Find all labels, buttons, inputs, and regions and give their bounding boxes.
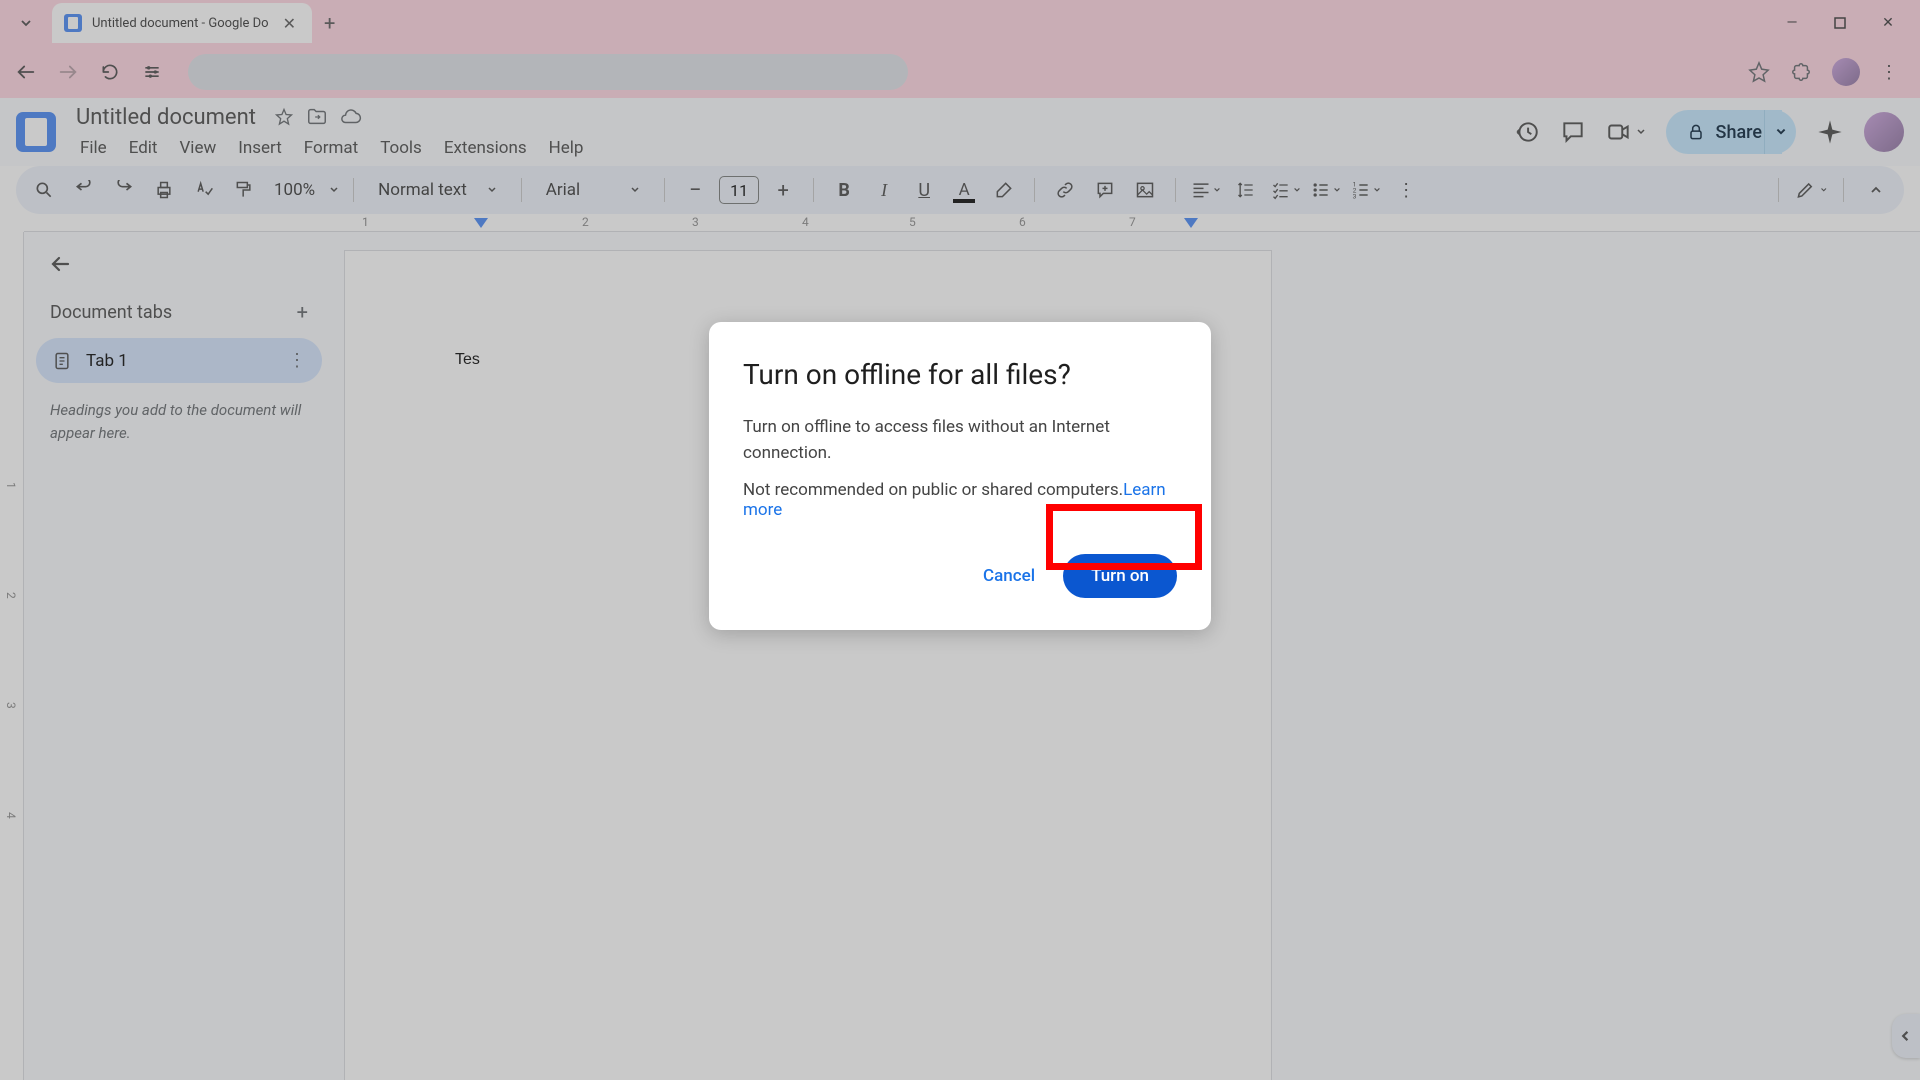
dialog-actions: Cancel Turn on bbox=[743, 554, 1177, 598]
dialog-title: Turn on offline for all files? bbox=[743, 358, 1177, 391]
cancel-button[interactable]: Cancel bbox=[977, 556, 1041, 596]
turn-on-button[interactable]: Turn on bbox=[1063, 554, 1177, 598]
dialog-body-text-1: Turn on offline to access files without … bbox=[743, 415, 1177, 466]
offline-dialog: Turn on offline for all files? Turn on o… bbox=[709, 322, 1211, 630]
dialog-body-text-2: Not recommended on public or shared comp… bbox=[743, 480, 1177, 520]
modal-scrim: Turn on offline for all files? Turn on o… bbox=[0, 0, 1920, 1080]
